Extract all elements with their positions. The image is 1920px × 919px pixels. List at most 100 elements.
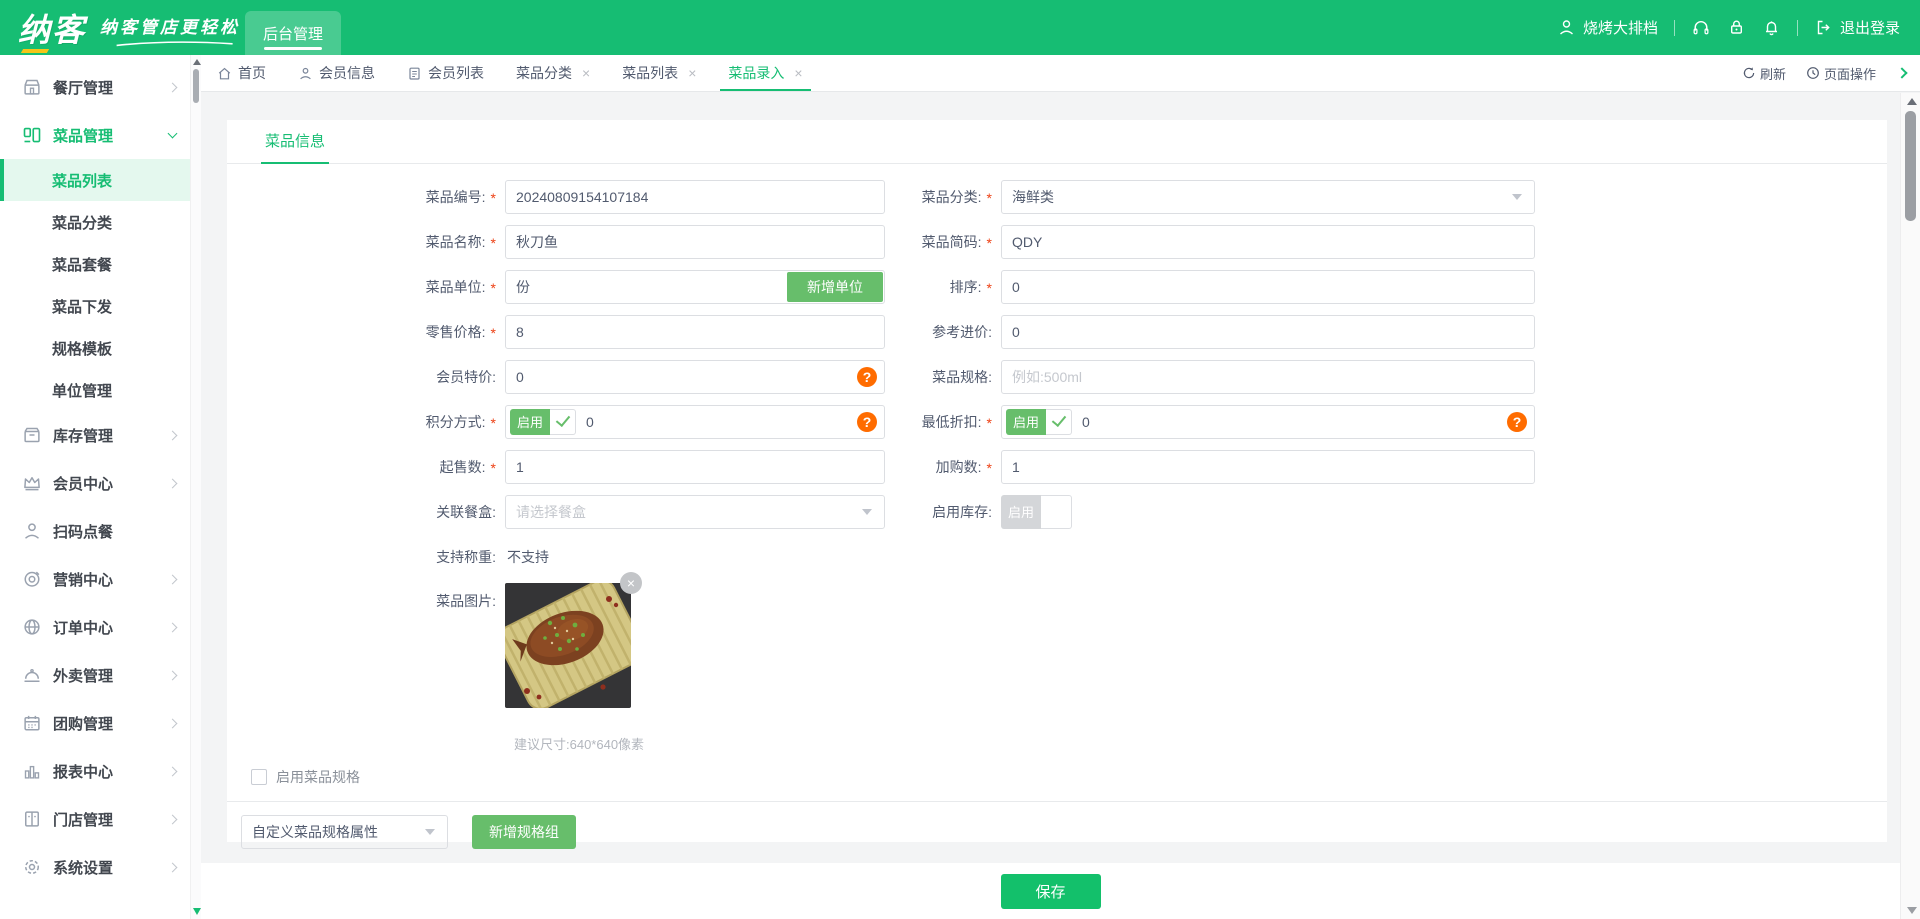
refresh-button[interactable]: 刷新 <box>1742 64 1786 83</box>
bell-icon[interactable] <box>1762 18 1781 37</box>
help-icon[interactable]: ? <box>857 411 877 432</box>
tab-label: 菜品分类 <box>516 65 572 81</box>
tab-home[interactable]: 首页 <box>201 55 282 91</box>
sidebar-item-dish-management[interactable]: 菜品管理 <box>0 111 190 159</box>
chevron-right-icon <box>167 82 178 92</box>
add-purchase-input[interactable] <box>1001 449 1535 484</box>
sidebar-item-spec-template[interactable]: 规格模板 <box>0 327 190 369</box>
stock-toggle[interactable]: 启用 <box>1001 494 1072 529</box>
nav-tab-backoffice[interactable]: 后台管理 <box>245 11 341 55</box>
scrollbar-thumb[interactable] <box>193 69 199 103</box>
toggle-on-label[interactable]: 启用 <box>1006 408 1046 435</box>
retail-price-input-field[interactable] <box>506 315 884 348</box>
dish-image[interactable]: × <box>505 572 642 708</box>
sidebar-scrollbar[interactable] <box>190 55 201 919</box>
sidebar-item-label: 门店管理 <box>53 811 114 829</box>
dish-category-select[interactable]: 海鲜类 <box>1001 179 1535 214</box>
toggle-blank[interactable] <box>1041 494 1072 529</box>
add-unit-button[interactable]: 新增单位 <box>787 271 883 302</box>
dish-spec-input-field[interactable] <box>1002 360 1534 393</box>
scroll-down-arrow[interactable] <box>193 908 201 915</box>
logout-button[interactable]: 退出登录 <box>1814 17 1900 38</box>
sidebar-item-dish-dispatch[interactable]: 菜品下发 <box>0 285 190 327</box>
sidebar-item-dish-category[interactable]: 菜品分类 <box>0 201 190 243</box>
tab-dish-category[interactable]: 菜品分类 × <box>500 55 606 91</box>
remove-image-button[interactable]: × <box>620 572 642 594</box>
min-discount-toggle[interactable]: 启用 <box>1006 408 1072 435</box>
toggle-on-label[interactable]: 启用 <box>510 408 550 435</box>
tab-member-list[interactable]: 会员列表 <box>391 55 500 91</box>
sidebar-item-member-center[interactable]: 会员中心 <box>0 459 190 507</box>
enable-spec-checkbox[interactable] <box>251 769 267 785</box>
spec-attribute-select[interactable]: 自定义菜品规格属性 <box>241 815 448 849</box>
close-icon[interactable]: × <box>688 65 696 81</box>
toggle-check[interactable] <box>550 408 576 435</box>
scroll-up-arrow[interactable] <box>193 59 201 65</box>
required-star: * <box>986 415 992 431</box>
sidebar-item-groupbuy-management[interactable]: 团购管理 <box>0 699 190 747</box>
min-sale-label: 起售数: <box>439 458 486 475</box>
lock-icon[interactable] <box>1727 18 1746 37</box>
sidebar-item-marketing-center[interactable]: 营销中心 <box>0 555 190 603</box>
min-discount-label: 最低折扣: <box>921 413 982 430</box>
dish-code-input[interactable] <box>505 179 885 214</box>
min-sale-input-field[interactable] <box>506 450 884 483</box>
sidebar-item-unit-management[interactable]: 单位管理 <box>0 369 190 411</box>
sidebar-item-store-management[interactable]: 门店管理 <box>0 795 190 843</box>
chevron-right-icon[interactable] <box>1896 67 1908 79</box>
reference-price-input-field[interactable] <box>1002 315 1534 348</box>
sidebar-item-label: 系统设置 <box>53 859 114 877</box>
retail-price-input[interactable] <box>505 314 885 349</box>
member-price-input[interactable]: ? <box>505 359 885 394</box>
dish-name-input[interactable] <box>505 224 885 259</box>
sidebar-item-report-center[interactable]: 报表中心 <box>0 747 190 795</box>
caret-down-icon <box>1512 193 1522 200</box>
headset-icon[interactable] <box>1691 18 1711 38</box>
page-operations-button[interactable]: 页面操作 <box>1806 64 1876 83</box>
points-mode-input[interactable]: 启用 0 ? <box>505 404 885 439</box>
scrollbar-thumb[interactable] <box>1905 111 1916 221</box>
main-scrollbar[interactable] <box>1900 93 1920 919</box>
close-icon[interactable]: × <box>794 65 802 81</box>
chevron-right-icon <box>167 766 178 776</box>
sort-input[interactable] <box>1001 269 1535 304</box>
sidebar-item-inventory-management[interactable]: 库存管理 <box>0 411 190 459</box>
dish-spec-input[interactable] <box>1001 359 1535 394</box>
add-spec-group-button[interactable]: 新增规格组 <box>472 815 576 849</box>
reference-price-input[interactable] <box>1001 314 1535 349</box>
scroll-up-arrow[interactable] <box>1907 98 1917 105</box>
sidebar-item-dish-list[interactable]: 菜品列表 <box>0 159 190 201</box>
current-user[interactable]: 烧烤大排档 <box>1557 17 1658 38</box>
sidebar-item-dish-combo[interactable]: 菜品套餐 <box>0 243 190 285</box>
save-button[interactable]: 保存 <box>1000 874 1101 909</box>
scroll-down-arrow[interactable] <box>1907 907 1917 914</box>
tab-member-info[interactable]: 会员信息 <box>282 55 391 91</box>
tab-dish-info[interactable]: 菜品信息 <box>261 130 330 164</box>
sort-input-field[interactable] <box>1002 270 1534 303</box>
tab-dish-list[interactable]: 菜品列表 × <box>606 55 712 91</box>
help-icon[interactable]: ? <box>1507 411 1527 432</box>
short-code-input-field[interactable] <box>1002 225 1534 258</box>
dish-name-input-field[interactable] <box>506 225 884 258</box>
dish-unit-input[interactable]: 新增单位 <box>505 269 885 304</box>
dish-form: 菜品编号:* 菜品分类:* 海鲜类 菜品名称:* <box>227 164 1887 849</box>
sidebar-item-system-settings[interactable]: 系统设置 <box>0 843 190 891</box>
tab-dish-entry[interactable]: 菜品录入 × <box>712 55 818 91</box>
min-sale-input[interactable] <box>505 449 885 484</box>
short-code-input[interactable] <box>1001 224 1535 259</box>
help-icon[interactable]: ? <box>857 366 877 387</box>
sidebar-item-restaurant-management[interactable]: 餐厅管理 <box>0 63 190 111</box>
add-purchase-input-field[interactable] <box>1002 450 1534 483</box>
sidebar-item-scan-order[interactable]: 扫码点餐 <box>0 507 190 555</box>
sidebar-item-order-center[interactable]: 订单中心 <box>0 603 190 651</box>
toggle-off-label[interactable]: 启用 <box>1001 494 1041 529</box>
dish-code-input-field[interactable] <box>506 180 884 213</box>
sidebar-item-takeout-management[interactable]: 外卖管理 <box>0 651 190 699</box>
points-mode-toggle[interactable]: 启用 <box>510 408 576 435</box>
close-icon[interactable]: × <box>582 65 590 81</box>
meal-box-select[interactable]: 请选择餐盒 <box>505 494 885 529</box>
member-price-input-field[interactable] <box>506 360 884 393</box>
weighing-value: 不支持 <box>507 548 549 565</box>
min-discount-input[interactable]: 启用 0 ? <box>1001 404 1535 439</box>
toggle-check[interactable] <box>1046 408 1072 435</box>
